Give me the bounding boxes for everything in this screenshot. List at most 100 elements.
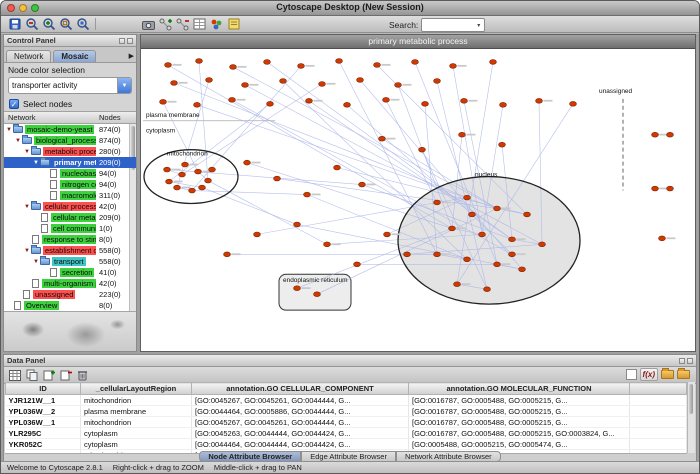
network-view-title[interactable]: primary metabolic process — [141, 35, 695, 49]
zoom-out-icon[interactable] — [23, 17, 40, 32]
snapshot-icon[interactable] — [140, 17, 157, 32]
control-panel-tabs: NetworkMosaic ▶ — [4, 47, 136, 63]
tree-expand-icon[interactable]: ▼ — [5, 127, 13, 133]
tree-node-count: 223(0) — [99, 290, 136, 299]
tree-row[interactable]: response to stimul...8(0) — [4, 234, 136, 245]
tree-row[interactable]: multi-organism pro...42(0) — [4, 278, 136, 289]
tree-row[interactable]: Overview8(0) — [4, 300, 136, 311]
table-cell: YKR052C — [6, 439, 81, 450]
tree-row[interactable]: nitrogen compo...94(0) — [4, 179, 136, 190]
table-row[interactable]: YLR295Ccytoplasm[GO:0045263, GO:0044444,… — [6, 428, 687, 439]
tree-row[interactable]: ▼ mosaic-demo-yeast 874(0) — [4, 124, 136, 135]
folder-icon — [13, 126, 23, 133]
tree-node-label: mosaic-demo-yeast — [25, 125, 94, 134]
tree-node-count: 42(0) — [99, 279, 136, 288]
search-text-field[interactable] — [422, 20, 474, 30]
tree-node-count: 42(0) — [99, 202, 136, 211]
tab-network[interactable]: Network — [6, 50, 51, 62]
scrollbar-thumb[interactable] — [689, 384, 693, 414]
tree-row[interactable]: ▼metabolic process280(0) — [4, 146, 136, 157]
tree-row[interactable]: ▼establishment of lo...558(0) — [4, 245, 136, 256]
panel-close-icon[interactable] — [687, 358, 693, 364]
network-graph[interactable]: plasma membranecytoplasmmitochondrionnuc… — [141, 49, 695, 351]
tree-expand-icon[interactable]: ▼ — [23, 248, 31, 254]
vizmapper-icon[interactable] — [208, 17, 225, 32]
main-toolbar: Search: ▾ — [1, 16, 699, 33]
tree-node-label: secretion — [60, 268, 94, 277]
table-scrollbar[interactable] — [687, 382, 695, 453]
attribute-delete-icon[interactable] — [58, 369, 73, 382]
tree-row[interactable]: cell communica...1(0) — [4, 223, 136, 234]
tree-node-count: 41(0) — [99, 268, 136, 277]
node-color-select[interactable]: transporter activity ▼ — [8, 77, 132, 94]
tree-expand-icon[interactable]: ▼ — [23, 149, 31, 155]
chevron-down-icon[interactable]: ▼ — [117, 78, 131, 93]
tree-expand-icon[interactable]: ▼ — [23, 204, 31, 210]
network-canvas[interactable]: plasma membranecytoplasmmitochondrionnuc… — [141, 49, 695, 351]
tab-mosaic[interactable]: Mosaic — [53, 50, 96, 62]
column-header[interactable]: annotation.GO CELLULAR_COMPONENT — [192, 383, 409, 395]
window-title: Cytoscape Desktop (New Session) — [1, 2, 699, 12]
destroy-network-icon[interactable] — [174, 17, 191, 32]
tree-row[interactable]: ▼primary metab...209(0) — [4, 157, 136, 168]
panel-float-icon[interactable] — [119, 38, 125, 44]
tree-expand-icon[interactable]: ▼ — [32, 160, 40, 166]
tree-node-count: 874(0) — [99, 125, 136, 134]
panel-float-icon[interactable] — [679, 358, 685, 364]
tree-expand-icon[interactable]: ▼ — [14, 138, 22, 144]
tree-row[interactable]: ▼transport558(0) — [4, 256, 136, 267]
window-titlebar[interactable]: Cytoscape Desktop (New Session) — [1, 1, 699, 16]
new-network-icon[interactable] — [157, 17, 174, 32]
svg-text:unassigned: unassigned — [599, 88, 633, 95]
network-column-label[interactable]: Network — [8, 113, 36, 122]
table-row[interactable]: YJR121W__1mitochondrion[GO:0045267, GO:0… — [6, 395, 687, 406]
search-label: Search: — [389, 20, 418, 30]
tree-row[interactable]: ▼biological_process874(0) — [4, 135, 136, 146]
tree-expand-icon[interactable]: ▼ — [32, 259, 40, 265]
table-cell: YLR295C — [6, 428, 81, 439]
tree-node-label: cellular metabo... — [51, 213, 96, 222]
annotation-icon[interactable] — [225, 17, 242, 32]
zoom-selected-icon[interactable] — [74, 17, 91, 32]
tree-row[interactable]: nucleobase...94(0) — [4, 168, 136, 179]
table-row[interactable]: YPL036W__1mitochondrion[GO:0045267, GO:0… — [6, 417, 687, 428]
matrix-icon[interactable] — [626, 369, 637, 380]
tree-row[interactable]: macromolecule...311(0) — [4, 190, 136, 201]
search-dropdown-icon[interactable]: ▾ — [474, 22, 483, 29]
zoom-in-icon[interactable] — [40, 17, 57, 32]
column-header[interactable]: ID — [6, 383, 81, 395]
tab-scroll-right-icon[interactable]: ▶ — [129, 52, 134, 60]
zoom-fit-icon[interactable] — [57, 17, 74, 32]
tree-row[interactable]: unassigned223(0) — [4, 289, 136, 300]
tree-row[interactable]: cellular metabo...209(0) — [4, 212, 136, 223]
attribute-new-icon[interactable] — [41, 369, 56, 382]
attribute-copy-icon[interactable] — [24, 369, 39, 382]
attribute-table: ID_cellularLayoutRegionannotation.GO CEL… — [5, 382, 687, 454]
panel-close-icon[interactable] — [127, 38, 133, 44]
tree-node-label: nitrogen compo... — [60, 180, 96, 189]
network-tree: ▼mosaic-demo-yeast874(0)▼biological_proc… — [4, 124, 136, 311]
table-row[interactable]: YKR052Ccytoplasm[GO:0044464, GO:0044444,… — [6, 439, 687, 450]
network-overview-thumbnail[interactable] — [4, 311, 136, 351]
folder-icon — [31, 203, 41, 210]
column-header-filler — [630, 383, 687, 395]
table-cell-filler — [630, 417, 687, 428]
file-icon — [41, 213, 48, 222]
column-header[interactable]: _cellularLayoutRegion — [81, 383, 192, 395]
import-table-icon[interactable] — [191, 17, 208, 32]
select-nodes-checkbox[interactable]: ✓ — [9, 99, 19, 109]
tree-row[interactable]: secretion 41(0) — [4, 267, 136, 278]
search-input[interactable]: ▾ — [421, 18, 485, 32]
nodes-column-label[interactable]: Nodes — [99, 113, 121, 122]
formula-builder-icon[interactable]: f(x) — [640, 368, 658, 381]
save-icon[interactable] — [6, 17, 23, 32]
table-cell: plasma membrane — [81, 406, 192, 417]
column-header[interactable]: annotation.GO MOLECULAR_FUNCTION — [409, 383, 630, 395]
trash-icon[interactable] — [75, 369, 90, 382]
open-attributes-icon[interactable] — [677, 370, 690, 379]
attribute-select-icon[interactable] — [7, 369, 22, 382]
tree-row[interactable]: ▼cellular process42(0) — [4, 201, 136, 212]
table-cell: mitochondrion — [81, 417, 192, 428]
table-row[interactable]: YPL036W__2plasma membrane[GO:0044464, GO… — [6, 406, 687, 417]
import-attributes-icon[interactable] — [661, 370, 674, 379]
